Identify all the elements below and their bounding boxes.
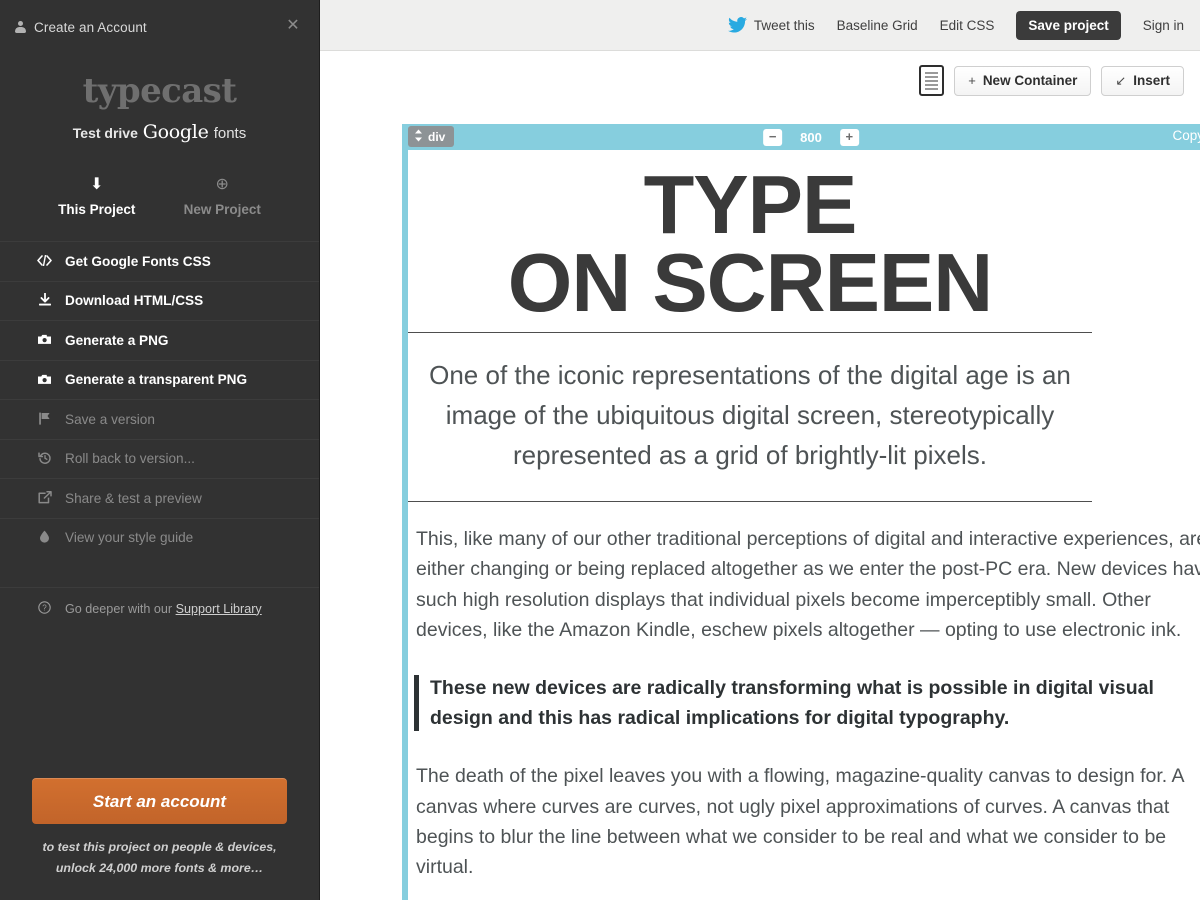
editor-toolbar: + New Container ↙ Insert: [320, 51, 1200, 110]
share-icon: [36, 490, 53, 506]
twitter-icon: [727, 17, 747, 33]
tweet-this-button[interactable]: Tweet this: [727, 17, 815, 33]
sidebar-item-roll-back-to-version[interactable]: Roll back to version...: [0, 438, 319, 479]
support-library-link[interactable]: Support Library: [176, 602, 262, 616]
insert-arrow-icon: ↙: [1115, 72, 1127, 88]
sidebar-item-share-test-preview[interactable]: Share & test a preview: [0, 478, 319, 518]
typecast-editor-window: Create an Account ✕ typecast Test drive …: [0, 0, 1200, 900]
plus-icon: +: [968, 73, 976, 88]
up-down-arrows-icon: [414, 129, 423, 145]
baseline-grid-toggle-icon[interactable]: [919, 65, 945, 96]
this-project-label: This Project: [58, 202, 136, 217]
insert-button[interactable]: ↙ Insert: [1101, 65, 1184, 96]
container-width-value: 800: [800, 129, 822, 145]
sidebar-item-label: Save a version: [65, 411, 155, 427]
paragraph-2: The death of the pixel leaves you with a…: [416, 765, 1184, 879]
close-icon[interactable]: ✕: [283, 16, 303, 36]
sidebar-item-label: Generate a PNG: [65, 332, 169, 348]
body-copy: This, like many of our other traditional…: [408, 502, 1200, 900]
cta-subtext: to test this project on people & devices…: [32, 837, 287, 878]
new-container-button[interactable]: + New Container: [954, 65, 1092, 96]
new-container-label: New Container: [982, 73, 1078, 88]
sign-in-button[interactable]: Sign in: [1143, 18, 1184, 33]
sidebar-item-new-project[interactable]: ⊕ New Project: [160, 175, 286, 217]
container-tag-label: div: [428, 129, 446, 144]
blockquote: These new devices are radically transfor…: [414, 673, 1200, 733]
decrease-width-button[interactable]: −: [763, 128, 783, 146]
sidebar-item-label: Roll back to version...: [65, 451, 195, 467]
download-icon: [36, 292, 53, 308]
top-toolbar: Tweet this Baseline Grid Edit CSS Save p…: [320, 0, 1200, 51]
document-body: TYPE ON SCREEN One of the iconic represen…: [408, 150, 1200, 900]
create-account-label: Create an Account: [34, 19, 147, 35]
lead-section: One of the iconic representations of the…: [408, 333, 1092, 503]
plus-circle-icon: ⊕: [215, 176, 229, 193]
sidebar-item-this-project[interactable]: ⬇ This Project: [34, 175, 160, 217]
history-icon: [36, 451, 53, 467]
sidebar: Create an Account ✕ typecast Test drive …: [0, 0, 320, 900]
headline-line-2: ON SCREEN: [507, 236, 993, 330]
sidebar-item-get-google-fonts-css[interactable]: Get Google Fonts CSS: [0, 241, 319, 281]
sidebar-item-save-a-version[interactable]: Save a version: [0, 399, 319, 439]
tagline-post: fonts: [209, 125, 247, 142]
sidebar-item-label: View your style guide: [65, 530, 194, 546]
baseline-grid-button[interactable]: Baseline Grid: [837, 18, 918, 33]
camera-icon: [36, 333, 53, 347]
increase-width-button[interactable]: +: [839, 128, 859, 146]
lead-paragraph: One of the iconic representations of the…: [429, 360, 1071, 471]
start-an-account-button[interactable]: Start an account: [32, 778, 287, 825]
hero-section: TYPE ON SCREEN: [408, 150, 1092, 334]
save-project-button[interactable]: Save project: [1016, 10, 1121, 40]
support-prefix: Go deeper with our: [65, 601, 176, 616]
person-icon: [14, 20, 27, 34]
typecast-logo: typecast: [82, 71, 237, 111]
blockquote-text: These new devices are radically transfor…: [430, 677, 1154, 730]
question-circle-icon: ?: [36, 601, 53, 616]
tagline-brand: Google: [142, 121, 209, 143]
copy-button[interactable]: Copy: [1172, 128, 1200, 143]
sidebar-header: Create an Account ✕: [0, 0, 319, 54]
camera-icon: [36, 373, 53, 387]
sidebar-item-generate-transparent-png[interactable]: Generate a transparent PNG: [0, 359, 319, 400]
sidebar-cta: Start an account to test this project on…: [0, 778, 319, 878]
container-div: div − 800 + Copy TYPEON SCREEN One of th…: [402, 124, 1200, 900]
container-toolbar: div − 800 + Copy: [402, 124, 1200, 150]
sidebar-item-label: Get Google Fonts CSS: [65, 253, 211, 269]
sidebar-item-view-style-guide[interactable]: View your style guide: [0, 517, 319, 558]
cta-subtext-line2: unlock 24,000 more fonts & more…: [55, 860, 264, 875]
support-library-row: ? Go deeper with our Support Library: [0, 587, 319, 629]
page-title: TYPE ON SCREEN: [408, 163, 1092, 324]
svg-text:?: ?: [42, 604, 47, 613]
droplet-icon: [36, 530, 53, 545]
sidebar-item-download-html-css[interactable]: Download HTML/CSS: [0, 280, 319, 321]
new-project-label: New Project: [183, 202, 261, 217]
code-icon: [36, 254, 53, 268]
insert-label: Insert: [1133, 73, 1170, 88]
tagline-pre: Test drive: [72, 125, 142, 141]
sidebar-menu: Get Google Fonts CSS Download HTML/CSS G…: [0, 241, 319, 557]
support-text: Go deeper with our Support Library: [65, 602, 262, 616]
design-canvas: div − 800 + Copy TYPEON SCREEN One of th…: [320, 110, 1200, 900]
sidebar-item-generate-png[interactable]: Generate a PNG: [0, 320, 319, 360]
sidebar-item-label: Download HTML/CSS: [65, 293, 204, 309]
create-account-link[interactable]: Create an Account: [14, 20, 147, 35]
container-width-control: − 800 +: [763, 124, 859, 150]
sidebar-item-label: Share & test a preview: [65, 490, 202, 506]
sidebar-tagline: Test drive Google fonts: [0, 121, 319, 143]
download-arrow-icon: ⬇: [90, 176, 104, 193]
project-switcher: ⬇ This Project ⊕ New Project: [0, 175, 319, 217]
container-tag-selector[interactable]: div: [408, 126, 455, 147]
tweet-this-label: Tweet this: [753, 17, 815, 33]
sidebar-item-label: Generate a transparent PNG: [65, 372, 248, 388]
cta-subtext-line1: to test this project on people & devices…: [42, 840, 277, 855]
flag-icon: [36, 412, 53, 427]
paragraph-1: This, like many of our other traditional…: [416, 528, 1200, 641]
edit-css-button[interactable]: Edit CSS: [940, 18, 995, 33]
